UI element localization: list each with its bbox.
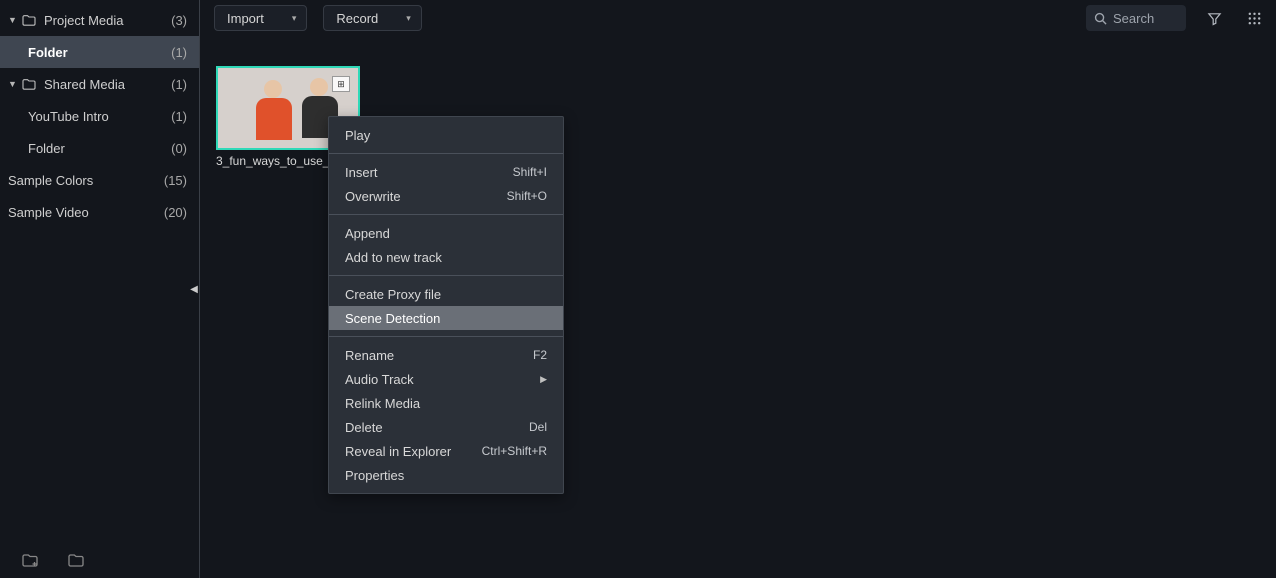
sidebar-item-label: Shared Media <box>44 77 171 92</box>
sidebar-item-youtube-intro[interactable]: YouTube Intro(1) <box>0 100 199 132</box>
menu-item-label: Create Proxy file <box>345 287 547 302</box>
chevron-down-icon: ▾ <box>406 13 411 24</box>
collapse-sidebar-handle[interactable]: ◀ <box>186 278 202 300</box>
record-button[interactable]: Record ▾ <box>323 5 421 31</box>
folder-icon <box>22 14 38 26</box>
menu-item-add-to-new-track[interactable]: Add to new track <box>329 245 563 269</box>
sidebar-item-count: (1) <box>171 109 187 124</box>
menu-item-shortcut: F2 <box>533 348 547 362</box>
sidebar-item-shared-media[interactable]: ▼ Shared Media(1) <box>0 68 199 100</box>
menu-item-create-proxy-file[interactable]: Create Proxy file <box>329 282 563 306</box>
menu-item-label: Add to new track <box>345 250 547 265</box>
menu-item-audio-track[interactable]: Audio Track▶ <box>329 367 563 391</box>
sidebar-item-folder[interactable]: Folder(1) <box>0 36 199 68</box>
menu-item-shortcut: Ctrl+Shift+R <box>482 444 547 458</box>
menu-separator <box>329 336 563 337</box>
sidebar-item-count: (1) <box>171 77 187 92</box>
menu-item-label: Rename <box>345 348 533 363</box>
menu-item-play[interactable]: Play <box>329 123 563 147</box>
caret-down-icon: ▼ <box>8 79 18 89</box>
menu-item-reveal-in-explorer[interactable]: Reveal in ExplorerCtrl+Shift+R <box>329 439 563 463</box>
menu-item-rename[interactable]: RenameF2 <box>329 343 563 367</box>
sidebar-item-count: (3) <box>171 13 187 28</box>
sidebar-item-label: Sample Video <box>8 205 164 220</box>
import-button[interactable]: Import ▾ <box>214 5 307 31</box>
sidebar-item-count: (0) <box>171 141 187 156</box>
menu-item-append[interactable]: Append <box>329 221 563 245</box>
sidebar-item-label: Project Media <box>44 13 171 28</box>
caret-down-icon: ▼ <box>8 15 18 25</box>
sidebar-item-count: (20) <box>164 205 187 220</box>
menu-item-insert[interactable]: InsertShift+I <box>329 160 563 184</box>
sidebar-item-label: Folder <box>28 45 171 60</box>
media-sidebar: ▼Project Media(3)Folder(1)▼Shared Media(… <box>0 0 200 578</box>
sidebar-item-folder[interactable]: Folder(0) <box>0 132 199 164</box>
record-label: Record <box>336 11 378 26</box>
sidebar-item-label: Sample Colors <box>8 173 164 188</box>
search-icon <box>1094 12 1107 25</box>
sidebar-item-count: (15) <box>164 173 187 188</box>
menu-item-relink-media[interactable]: Relink Media <box>329 391 563 415</box>
sidebar-item-sample-colors[interactable]: Sample Colors(15) <box>0 164 199 196</box>
sidebar-item-count: (1) <box>171 45 187 60</box>
menu-item-label: Overwrite <box>345 189 507 204</box>
menu-item-shortcut: Del <box>529 420 547 434</box>
menu-item-label: Insert <box>345 165 513 180</box>
menu-item-label: Append <box>345 226 547 241</box>
folder-icon <box>22 78 38 90</box>
menu-item-label: Scene Detection <box>345 311 547 326</box>
menu-item-properties[interactable]: Properties <box>329 463 563 487</box>
sidebar-item-label: YouTube Intro <box>28 109 171 124</box>
menu-item-scene-detection[interactable]: Scene Detection <box>329 306 563 330</box>
media-tree: ▼Project Media(3)Folder(1)▼Shared Media(… <box>0 0 199 540</box>
menu-item-overwrite[interactable]: OverwriteShift+O <box>329 184 563 208</box>
filter-icon[interactable] <box>1202 6 1226 30</box>
menu-separator <box>329 153 563 154</box>
menu-item-label: Play <box>345 128 547 143</box>
menu-separator <box>329 275 563 276</box>
search-placeholder: Search <box>1113 11 1154 26</box>
sidebar-item-sample-video[interactable]: Sample Video(20) <box>0 196 199 228</box>
sidebar-footer <box>0 540 199 578</box>
menu-item-label: Audio Track <box>345 372 540 387</box>
context-menu: PlayInsertShift+IOverwriteShift+OAppendA… <box>328 116 564 494</box>
new-folder-plus-icon[interactable] <box>22 553 38 567</box>
menu-item-label: Delete <box>345 420 529 435</box>
search-input[interactable]: Search <box>1086 5 1186 31</box>
menu-separator <box>329 214 563 215</box>
folder-icon[interactable] <box>68 553 84 567</box>
sidebar-item-label: Folder <box>28 141 171 156</box>
import-label: Import <box>227 11 264 26</box>
clip-type-icon: ⊞ <box>332 76 350 92</box>
menu-item-delete[interactable]: DeleteDel <box>329 415 563 439</box>
grid-view-icon[interactable] <box>1242 6 1266 30</box>
menu-item-shortcut: Shift+O <box>507 189 547 203</box>
sidebar-item-project-media[interactable]: ▼ Project Media(3) <box>0 4 199 36</box>
menu-item-label: Reveal in Explorer <box>345 444 482 459</box>
main-toolbar: Import ▾ Record ▾ Search <box>200 0 1276 36</box>
menu-item-label: Properties <box>345 468 547 483</box>
menu-item-label: Relink Media <box>345 396 547 411</box>
submenu-arrow-icon: ▶ <box>540 374 547 385</box>
menu-item-shortcut: Shift+I <box>513 165 547 179</box>
chevron-down-icon: ▾ <box>292 13 297 24</box>
